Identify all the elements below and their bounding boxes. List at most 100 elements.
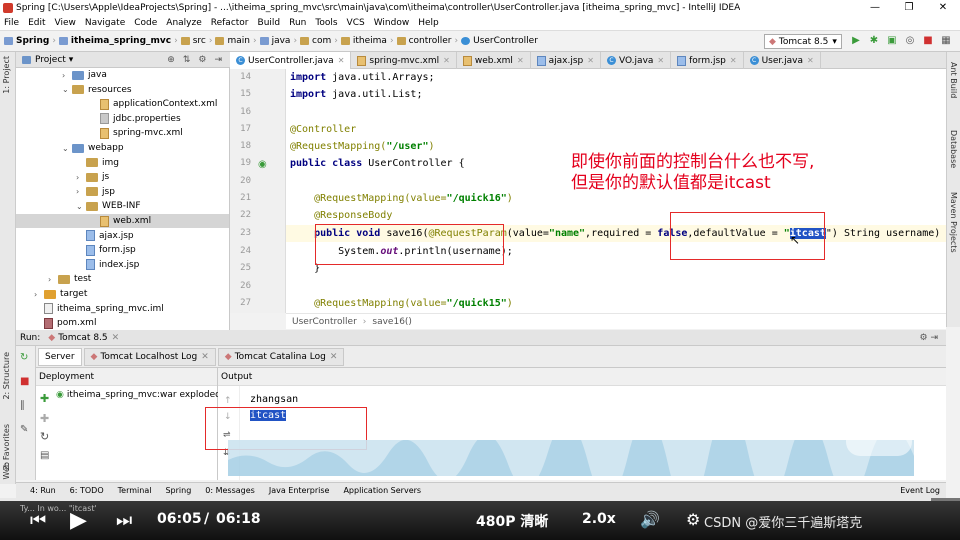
tab-catalina-log[interactable]: ◆ Tomcat Catalina Log ✕ [217,347,345,366]
rerun-icon[interactable]: ↻ [20,352,28,363]
crumb-java[interactable]: java [272,36,291,46]
menu-navigate[interactable]: Navigate [81,18,130,28]
close-tab-icon[interactable]: ✕ [517,56,524,65]
tree-item[interactable]: pom.xml [16,316,229,330]
tree-item[interactable]: › java [16,68,229,82]
pin-icon[interactable]: ✎ [20,424,28,435]
tree-arrow-icon[interactable]: ⌄ [62,85,72,94]
editor-crumb-method[interactable]: save16() [372,317,412,327]
tree-item[interactable]: web.xml [16,214,229,228]
profile-icon[interactable]: ◎ [904,35,916,47]
web-tool-tab[interactable]: Web [2,462,11,479]
hide-icon[interactable]: ⇥ [214,55,222,65]
run-configuration-select[interactable]: ◆ Tomcat 8.5 ▾ [764,34,842,49]
run-icon[interactable]: ▶ [850,35,862,47]
menu-file[interactable]: File [0,18,24,28]
close-tab-icon[interactable]: ✕ [730,56,737,65]
messages-tool-tab[interactable]: 0: Messages [205,486,255,495]
settings-icon[interactable]: ▤ [40,450,49,461]
run-tool-tab[interactable]: 4: Run [30,486,56,495]
editor-crumb-class[interactable]: UserController [292,317,357,327]
menu-vcs[interactable]: VCS [343,18,370,28]
refresh-icon[interactable]: ↻ [40,430,49,443]
crumb-module[interactable]: itheima_spring_mvc [71,36,171,46]
tab-localhost-log[interactable]: ◆ Tomcat Localhost Log ✕ [83,347,216,366]
editor-tab[interactable]: web.xml ✕ [457,52,531,69]
crumb-controller[interactable]: controller [409,36,452,46]
spring-tool-tab[interactable]: Spring [165,486,191,495]
collapse-icon[interactable]: ⇅ [183,55,191,65]
stop-icon[interactable]: ■ [922,35,934,47]
event-log-tool-tab[interactable]: Event Log [900,486,940,495]
tree-item[interactable]: jdbc.properties [16,112,229,126]
tree-arrow-icon[interactable]: ⌄ [76,202,86,211]
project-structure-icon[interactable]: ▦ [940,35,952,47]
tree-arrow-icon[interactable]: › [62,71,72,80]
tree-item[interactable]: applicationContext.xml [16,97,229,111]
crumb-src[interactable]: src [193,36,206,46]
editor-tab[interactable]: ajax.jsp ✕ [531,52,601,69]
editor-tab[interactable]: C UserController.java ✕ [230,52,352,69]
close-tab-icon[interactable]: ✕ [657,56,664,65]
editor-tab[interactable]: form.jsp ✕ [671,52,744,69]
database-tab[interactable]: Database [949,130,958,168]
tree-arrow-icon[interactable]: › [76,187,86,196]
tree-arrow-icon[interactable]: › [48,275,58,284]
tree-arrow-icon[interactable]: › [34,290,44,299]
tab-server[interactable]: Server [38,347,82,366]
tree-arrow-icon[interactable]: ⌄ [62,144,72,153]
gear-icon[interactable]: ⚙ [198,55,206,65]
tree-item[interactable]: itheima_spring_mvc.iml [16,302,229,316]
run-config-tab[interactable]: Tomcat 8.5 [58,333,107,343]
menu-build[interactable]: Build [254,18,286,28]
menu-refactor[interactable]: Refactor [207,18,254,28]
bean-icon[interactable]: ◉ [258,159,267,170]
ant-build-tab[interactable]: Ant Build [949,62,958,98]
stop-icon[interactable]: ■ [20,376,29,387]
maximize-button[interactable]: ❐ [892,0,926,16]
previous-icon[interactable]: ⏮ [30,510,46,531]
close-tab-icon[interactable]: ✕ [587,56,594,65]
tree-item[interactable]: › js [16,170,229,184]
close-tab-icon[interactable]: ✕ [807,56,814,65]
speed-select[interactable]: 2.0x [582,511,616,527]
menu-edit[interactable]: Edit [24,18,50,28]
gear-icon[interactable]: ⚙ [686,510,700,529]
play-icon[interactable]: ▶ [70,508,87,533]
menu-analyze[interactable]: Analyze [162,18,206,28]
quality-select[interactable]: 480P 清晰 [476,511,548,531]
tree-item[interactable]: form.jsp [16,243,229,257]
debug-icon[interactable]: ✱ [868,35,880,47]
undeploy-icon[interactable]: ✚ [40,412,49,425]
sync-icon[interactable]: ⊕ [167,55,175,65]
tree-item[interactable]: › target [16,287,229,301]
video-play-overlay-button[interactable]: ▷ [846,386,912,456]
volume-icon[interactable]: 🔊 [640,510,660,529]
coverage-icon[interactable]: ▣ [886,35,898,47]
project-panel-title[interactable]: Project [35,55,66,65]
gear-icon[interactable]: ⚙ ⇥ [920,333,938,343]
crumb-com[interactable]: com [312,36,331,46]
tree-item[interactable]: spring-mvc.xml [16,126,229,140]
editor-tab[interactable]: spring-mvc.xml ✕ [351,52,457,69]
menu-code[interactable]: Code [130,18,162,28]
structure-tool-tab[interactable]: 2: Structure [2,352,11,400]
maven-projects-tab[interactable]: Maven Projects [949,192,958,253]
tree-item[interactable]: ⌄ resources [16,83,229,97]
tree-item[interactable]: ⌄ WEB-INF [16,199,229,213]
close-button[interactable]: ✕ [926,0,960,16]
todo-tool-tab[interactable]: 6: TODO [70,486,104,495]
project-tool-tab[interactable]: 1: Project [2,56,11,94]
menu-view[interactable]: View [51,18,81,28]
close-tab-icon[interactable]: ✕ [443,56,450,65]
up-icon[interactable]: ↑ [224,396,232,406]
tree-item[interactable]: › jsp [16,185,229,199]
video-progress-bar[interactable] [0,498,960,501]
tree-item[interactable]: ajax.jsp [16,229,229,243]
crumb-spring[interactable]: Spring [16,36,49,46]
crumb-main[interactable]: main [227,36,250,46]
app-servers-tool-tab[interactable]: Application Servers [343,486,421,495]
tree-item[interactable]: ⌄ webapp [16,141,229,155]
pause-icon[interactable]: ∥ [20,400,25,411]
crumb-itheima[interactable]: itheima [353,36,387,46]
